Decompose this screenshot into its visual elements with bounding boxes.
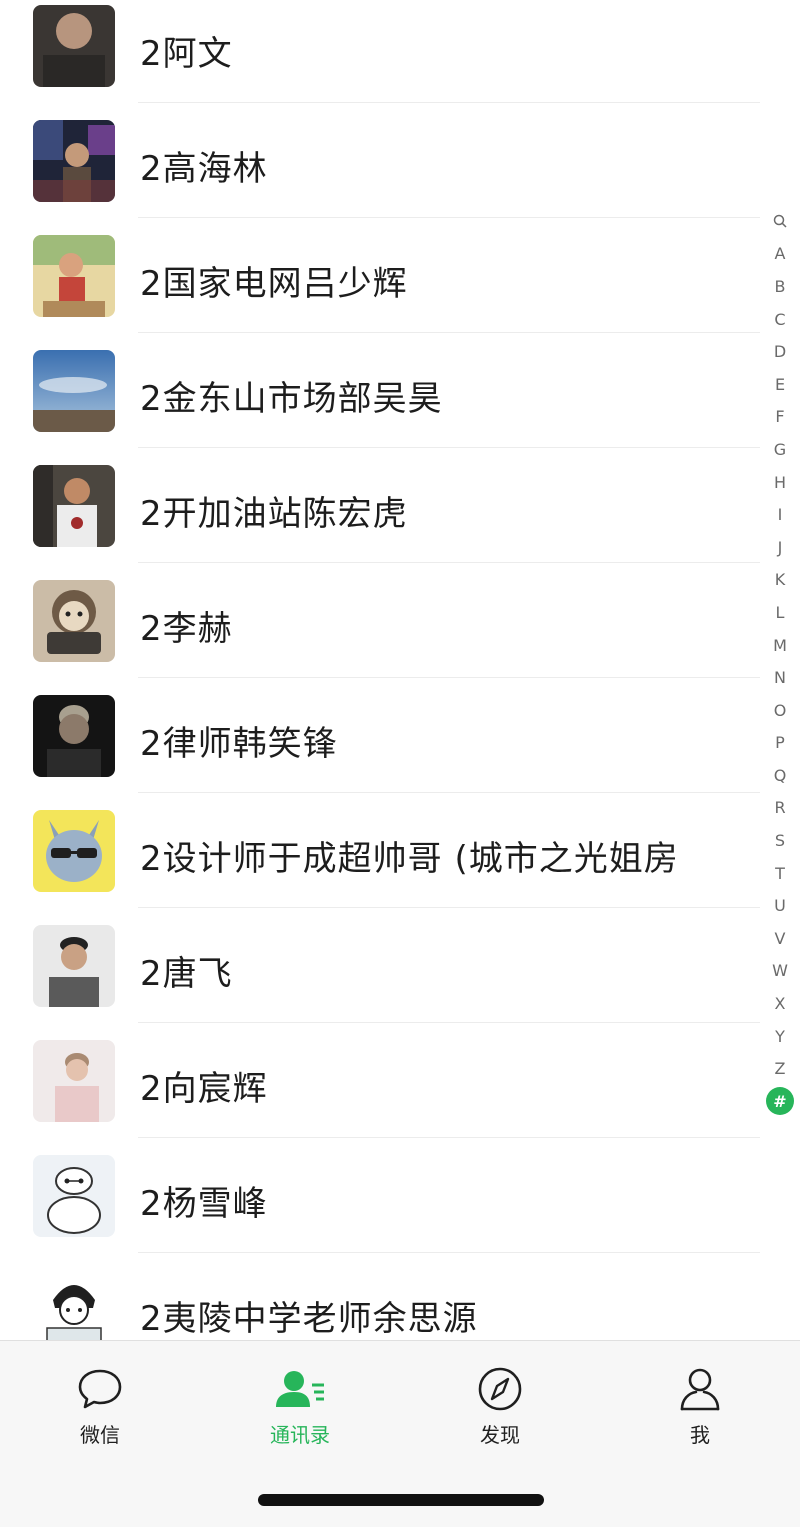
index-letter[interactable]: A bbox=[760, 238, 800, 271]
tab-label: 我 bbox=[690, 1423, 710, 1447]
index-letter[interactable]: F bbox=[760, 401, 800, 434]
index-letter[interactable]: N bbox=[760, 661, 800, 694]
contact-row[interactable]: 2律师韩笑锋 bbox=[0, 678, 800, 793]
avatar bbox=[33, 5, 115, 87]
index-letter[interactable]: Z bbox=[760, 1052, 800, 1085]
index-letter[interactable]: W bbox=[760, 955, 800, 988]
person-icon bbox=[680, 1368, 720, 1411]
index-letter[interactable]: Q bbox=[760, 759, 800, 792]
contacts-icon bbox=[276, 1371, 324, 1407]
avatar bbox=[33, 580, 115, 662]
index-letter[interactable]: V bbox=[760, 922, 800, 955]
contact-row[interactable]: 2李赫 bbox=[0, 563, 800, 678]
contact-name: 2杨雪峰 bbox=[140, 1184, 268, 1224]
contact-row[interactable]: 2金东山市场部吴昊 bbox=[0, 333, 800, 448]
contact-row[interactable]: 2高海林 bbox=[0, 103, 800, 218]
contact-row[interactable]: 2向宸辉 bbox=[0, 1023, 800, 1138]
index-letter[interactable]: B bbox=[760, 270, 800, 303]
contact-name: 2律师韩笑锋 bbox=[140, 724, 338, 764]
index-letter[interactable]: Y bbox=[760, 1020, 800, 1053]
index-letter[interactable]: T bbox=[760, 857, 800, 890]
contact-name: 2向宸辉 bbox=[140, 1069, 268, 1109]
index-letter[interactable]: D bbox=[760, 335, 800, 368]
index-search-icon[interactable] bbox=[760, 205, 800, 238]
avatar bbox=[33, 1155, 115, 1237]
avatar bbox=[33, 1040, 115, 1122]
index-letter[interactable]: R bbox=[760, 792, 800, 825]
contact-name: 2高海林 bbox=[140, 149, 268, 189]
contact-list: 2阿文 2高海林 2国家电网吕少辉 2金东山市场部吴昊 2开加油站陈宏虎 2李赫… bbox=[0, 0, 800, 1368]
index-letter[interactable]: U bbox=[760, 889, 800, 922]
index-letter-active[interactable]: # bbox=[760, 1085, 800, 1118]
index-hash-badge: # bbox=[766, 1087, 794, 1116]
contact-name: 2国家电网吕少辉 bbox=[140, 264, 408, 304]
avatar bbox=[33, 925, 115, 1007]
index-letter[interactable]: O bbox=[760, 694, 800, 727]
avatar bbox=[33, 235, 115, 317]
index-letter[interactable]: J bbox=[760, 531, 800, 564]
avatar bbox=[33, 120, 115, 202]
index-letter[interactable]: K bbox=[760, 564, 800, 597]
index-letter[interactable]: I bbox=[760, 498, 800, 531]
index-letter[interactable]: E bbox=[760, 368, 800, 401]
index-letter[interactable]: L bbox=[760, 596, 800, 629]
tab-chats[interactable]: 微信 bbox=[40, 1361, 160, 1448]
contact-name: 2李赫 bbox=[140, 609, 233, 649]
contact-row[interactable]: 2开加油站陈宏虎 bbox=[0, 448, 800, 563]
contact-row[interactable]: 2杨雪峰 bbox=[0, 1138, 800, 1253]
home-indicator[interactable] bbox=[258, 1494, 544, 1506]
tab-label: 通讯录 bbox=[270, 1423, 330, 1447]
contact-row[interactable]: 2设计师于成超帅哥 (城市之光姐房 bbox=[0, 793, 800, 908]
avatar bbox=[33, 695, 115, 777]
compass-icon bbox=[478, 1367, 522, 1411]
contact-row[interactable]: 2阿文 bbox=[0, 0, 800, 103]
index-letter[interactable]: P bbox=[760, 727, 800, 760]
index-letter[interactable]: H bbox=[760, 466, 800, 499]
index-letter[interactable]: G bbox=[760, 433, 800, 466]
contact-name: 2设计师于成超帅哥 (城市之光姐房 bbox=[140, 839, 679, 879]
index-letter[interactable]: S bbox=[760, 824, 800, 857]
contact-name: 2金东山市场部吴昊 bbox=[140, 379, 443, 419]
contact-row[interactable]: 2国家电网吕少辉 bbox=[0, 218, 800, 333]
tab-label: 发现 bbox=[480, 1423, 520, 1447]
tab-me[interactable]: 我 bbox=[640, 1361, 760, 1448]
avatar bbox=[33, 465, 115, 547]
tab-discover[interactable]: 发现 bbox=[440, 1361, 560, 1448]
contact-name: 2开加油站陈宏虎 bbox=[140, 494, 408, 534]
chat-bubble-icon bbox=[78, 1369, 122, 1409]
tab-label: 微信 bbox=[80, 1423, 120, 1447]
tab-contacts[interactable]: 通讯录 bbox=[240, 1361, 360, 1448]
alphabet-index-bar[interactable]: A B C D E F G H I J K L M N O P Q R S T … bbox=[760, 205, 800, 1118]
avatar bbox=[33, 350, 115, 432]
avatar bbox=[33, 810, 115, 892]
contact-name: 2唐飞 bbox=[140, 954, 233, 994]
contact-name: 2阿文 bbox=[140, 34, 233, 74]
contact-name: 2夷陵中学老师余思源 bbox=[140, 1299, 478, 1339]
contact-row[interactable]: 2唐飞 bbox=[0, 908, 800, 1023]
index-letter[interactable]: C bbox=[760, 303, 800, 336]
index-letter[interactable]: M bbox=[760, 629, 800, 662]
index-letter[interactable]: X bbox=[760, 987, 800, 1020]
